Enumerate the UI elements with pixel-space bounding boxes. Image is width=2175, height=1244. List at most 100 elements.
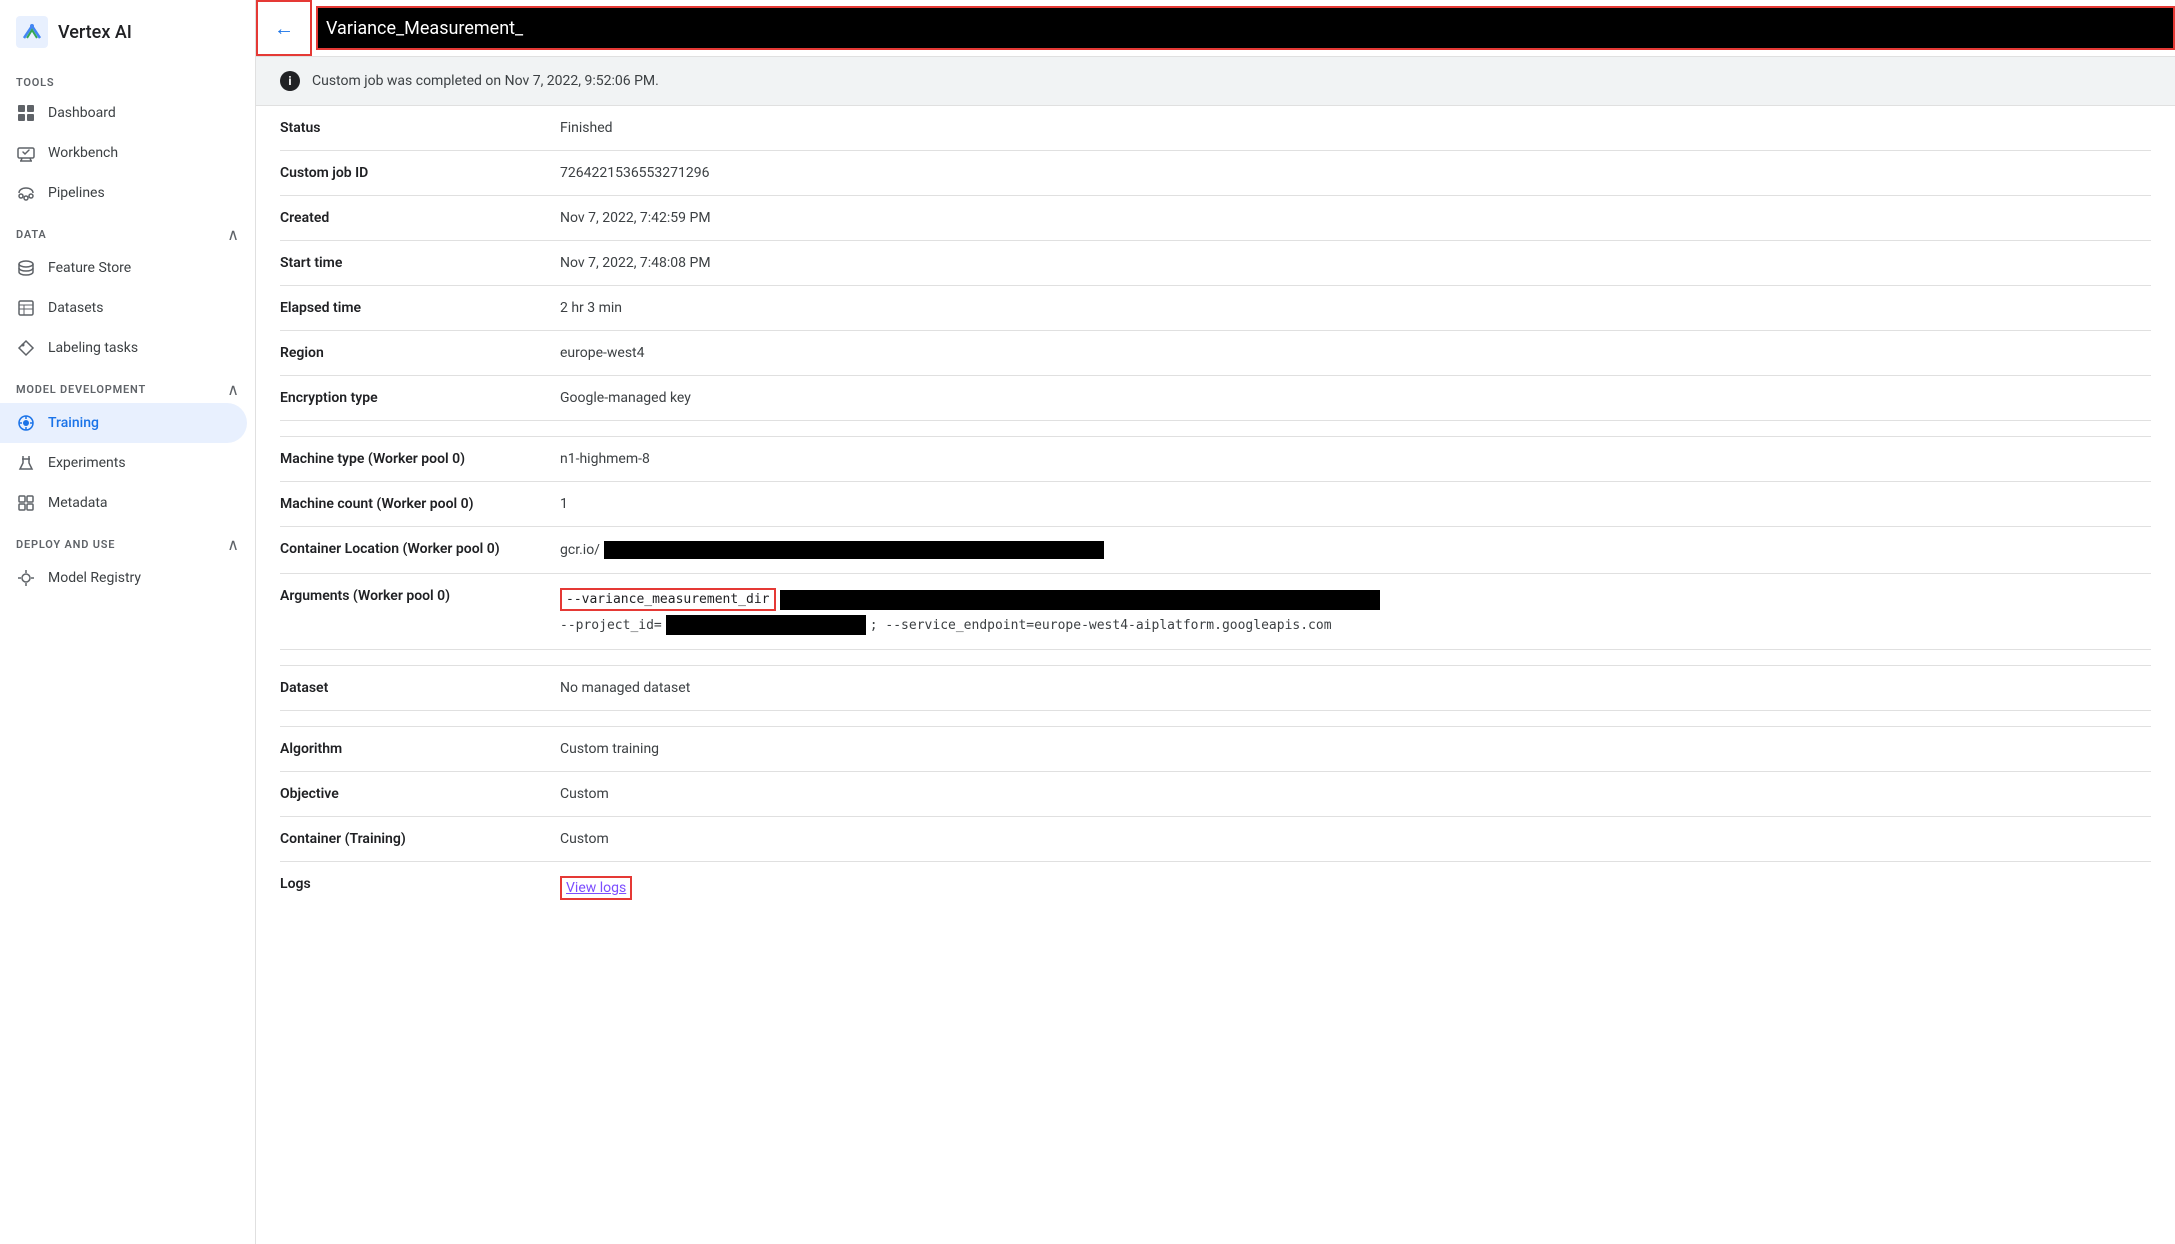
- sidebar-item-experiments[interactable]: Experiments: [0, 443, 247, 483]
- machine-type-row: Machine type (Worker pool 0) n1-highmem-…: [280, 437, 2151, 482]
- logs-value: View logs: [560, 876, 2151, 900]
- feature-store-label: Feature Store: [48, 260, 131, 276]
- args-line-1: --variance_measurement_dir: [560, 588, 2151, 611]
- training-icon: [16, 413, 36, 433]
- logs-row: Logs View logs: [280, 862, 2151, 914]
- sidebar-logo: Vertex AI: [0, 0, 255, 64]
- args-project-id: --project_id=: [560, 618, 662, 633]
- experiments-label: Experiments: [48, 455, 126, 471]
- objective-value: Custom: [560, 786, 2151, 802]
- args-arg1-redacted: [780, 590, 1380, 610]
- model-registry-icon: [16, 568, 36, 588]
- model-dev-chevron-icon[interactable]: ∧: [227, 380, 239, 399]
- algorithm-row: Algorithm Custom training: [280, 727, 2151, 772]
- region-value: europe-west4: [560, 345, 2151, 361]
- logs-label: Logs: [280, 876, 560, 892]
- sidebar-item-model-registry[interactable]: Model Registry: [0, 558, 247, 598]
- algorithm-label: Algorithm: [280, 741, 560, 757]
- encryption-value: Google-managed key: [560, 390, 2151, 406]
- sidebar-item-labeling[interactable]: Labeling tasks: [0, 328, 247, 368]
- status-value: Finished: [560, 120, 2151, 136]
- arguments-value: --variance_measurement_dir --project_id=…: [560, 588, 2151, 635]
- args-project-redacted: [666, 615, 866, 635]
- sidebar-item-feature-store[interactable]: Feature Store: [0, 248, 247, 288]
- page-content: i Custom job was completed on Nov 7, 202…: [256, 57, 2175, 1244]
- vertex-ai-logo-icon: [16, 16, 48, 48]
- deploy-chevron-icon[interactable]: ∧: [227, 535, 239, 554]
- sidebar-item-dashboard[interactable]: Dashboard: [0, 93, 247, 133]
- back-button[interactable]: ←: [256, 0, 312, 56]
- banner-text: Custom job was completed on Nov 7, 2022,…: [312, 73, 659, 89]
- sidebar-item-pipelines[interactable]: Pipelines: [0, 173, 247, 213]
- machine-type-label: Machine type (Worker pool 0): [280, 451, 560, 467]
- topbar: ← Variance_Measurement_: [256, 0, 2175, 57]
- machine-count-value: 1: [560, 496, 2151, 512]
- algorithm-value: Custom training: [560, 741, 2151, 757]
- start-time-label: Start time: [280, 255, 560, 271]
- elapsed-label: Elapsed time: [280, 300, 560, 316]
- container-redacted-value: [604, 541, 1104, 559]
- machine-type-value: n1-highmem-8: [560, 451, 2151, 467]
- info-banner: i Custom job was completed on Nov 7, 202…: [256, 57, 2175, 106]
- objective-row: Objective Custom: [280, 772, 2151, 817]
- container-training-label: Container (Training): [280, 831, 560, 847]
- divider-2: [280, 650, 2151, 666]
- datasets-label: Datasets: [48, 300, 103, 316]
- sidebar: Vertex AI TOOLS Dashboard Workbench Pipe…: [0, 0, 256, 1244]
- dashboard-label: Dashboard: [48, 105, 116, 121]
- machine-count-label: Machine count (Worker pool 0): [280, 496, 560, 512]
- args-container: --variance_measurement_dir --project_id=…: [560, 588, 2151, 635]
- container-location-row: Container Location (Worker pool 0) gcr.i…: [280, 527, 2151, 574]
- dataset-value: No managed dataset: [560, 680, 2151, 696]
- info-icon: i: [280, 71, 300, 91]
- page-title: Variance_Measurement_: [326, 18, 523, 39]
- machine-count-row: Machine count (Worker pool 0) 1: [280, 482, 2151, 527]
- sidebar-item-workbench[interactable]: Workbench: [0, 133, 247, 173]
- model-registry-label: Model Registry: [48, 570, 141, 586]
- divider-1: [280, 421, 2151, 437]
- deploy-section-header: DEPLOY AND USE ∧: [0, 523, 255, 558]
- args-service-endpoint: ; --service_endpoint=europe-west4-aiplat…: [870, 618, 1332, 633]
- container-training-value: Custom: [560, 831, 2151, 847]
- view-logs-link[interactable]: View logs: [560, 876, 632, 900]
- main-content: ← Variance_Measurement_ i Custom job was…: [256, 0, 2175, 1244]
- status-row: Status Finished: [280, 106, 2151, 151]
- data-section-header: DATA ∧: [0, 213, 255, 248]
- job-id-row: Custom job ID 7264221536553271296: [280, 151, 2151, 196]
- arguments-label: Arguments (Worker pool 0): [280, 588, 560, 604]
- metadata-label: Metadata: [48, 495, 108, 511]
- elapsed-row: Elapsed time 2 hr 3 min: [280, 286, 2151, 331]
- labeling-icon: [16, 338, 36, 358]
- dataset-row: Dataset No managed dataset: [280, 666, 2151, 711]
- data-chevron-icon[interactable]: ∧: [227, 225, 239, 244]
- deploy-label: DEPLOY AND USE: [16, 538, 115, 551]
- created-row: Created Nov 7, 2022, 7:42:59 PM: [280, 196, 2151, 241]
- start-time-value: Nov 7, 2022, 7:48:08 PM: [560, 255, 2151, 271]
- encryption-label: Encryption type: [280, 390, 560, 406]
- sidebar-item-metadata[interactable]: Metadata: [0, 483, 247, 523]
- model-dev-section-header: MODEL DEVELOPMENT ∧: [0, 368, 255, 403]
- pipelines-icon: [16, 183, 36, 203]
- start-time-row: Start time Nov 7, 2022, 7:48:08 PM: [280, 241, 2151, 286]
- sidebar-item-datasets[interactable]: Datasets: [0, 288, 247, 328]
- tools-section-label: TOOLS: [0, 64, 255, 93]
- container-training-row: Container (Training) Custom: [280, 817, 2151, 862]
- container-location-value: gcr.io/: [560, 541, 2151, 559]
- job-id-value: 7264221536553271296: [560, 165, 2151, 181]
- sidebar-item-training[interactable]: Training: [0, 403, 247, 443]
- workbench-label: Workbench: [48, 145, 118, 161]
- experiments-icon: [16, 453, 36, 473]
- created-value: Nov 7, 2022, 7:42:59 PM: [560, 210, 2151, 226]
- objective-label: Objective: [280, 786, 560, 802]
- datasets-icon: [16, 298, 36, 318]
- pipelines-label: Pipelines: [48, 185, 105, 201]
- divider-3: [280, 711, 2151, 727]
- page-title-bar: Variance_Measurement_: [316, 6, 2175, 50]
- container-location-label: Container Location (Worker pool 0): [280, 541, 560, 557]
- args-arg1: --variance_measurement_dir: [560, 588, 776, 611]
- created-label: Created: [280, 210, 560, 226]
- dataset-label: Dataset: [280, 680, 560, 696]
- dashboard-icon: [16, 103, 36, 123]
- elapsed-value: 2 hr 3 min: [560, 300, 2151, 316]
- args-line-2: --project_id= ; --service_endpoint=europ…: [560, 615, 2151, 635]
